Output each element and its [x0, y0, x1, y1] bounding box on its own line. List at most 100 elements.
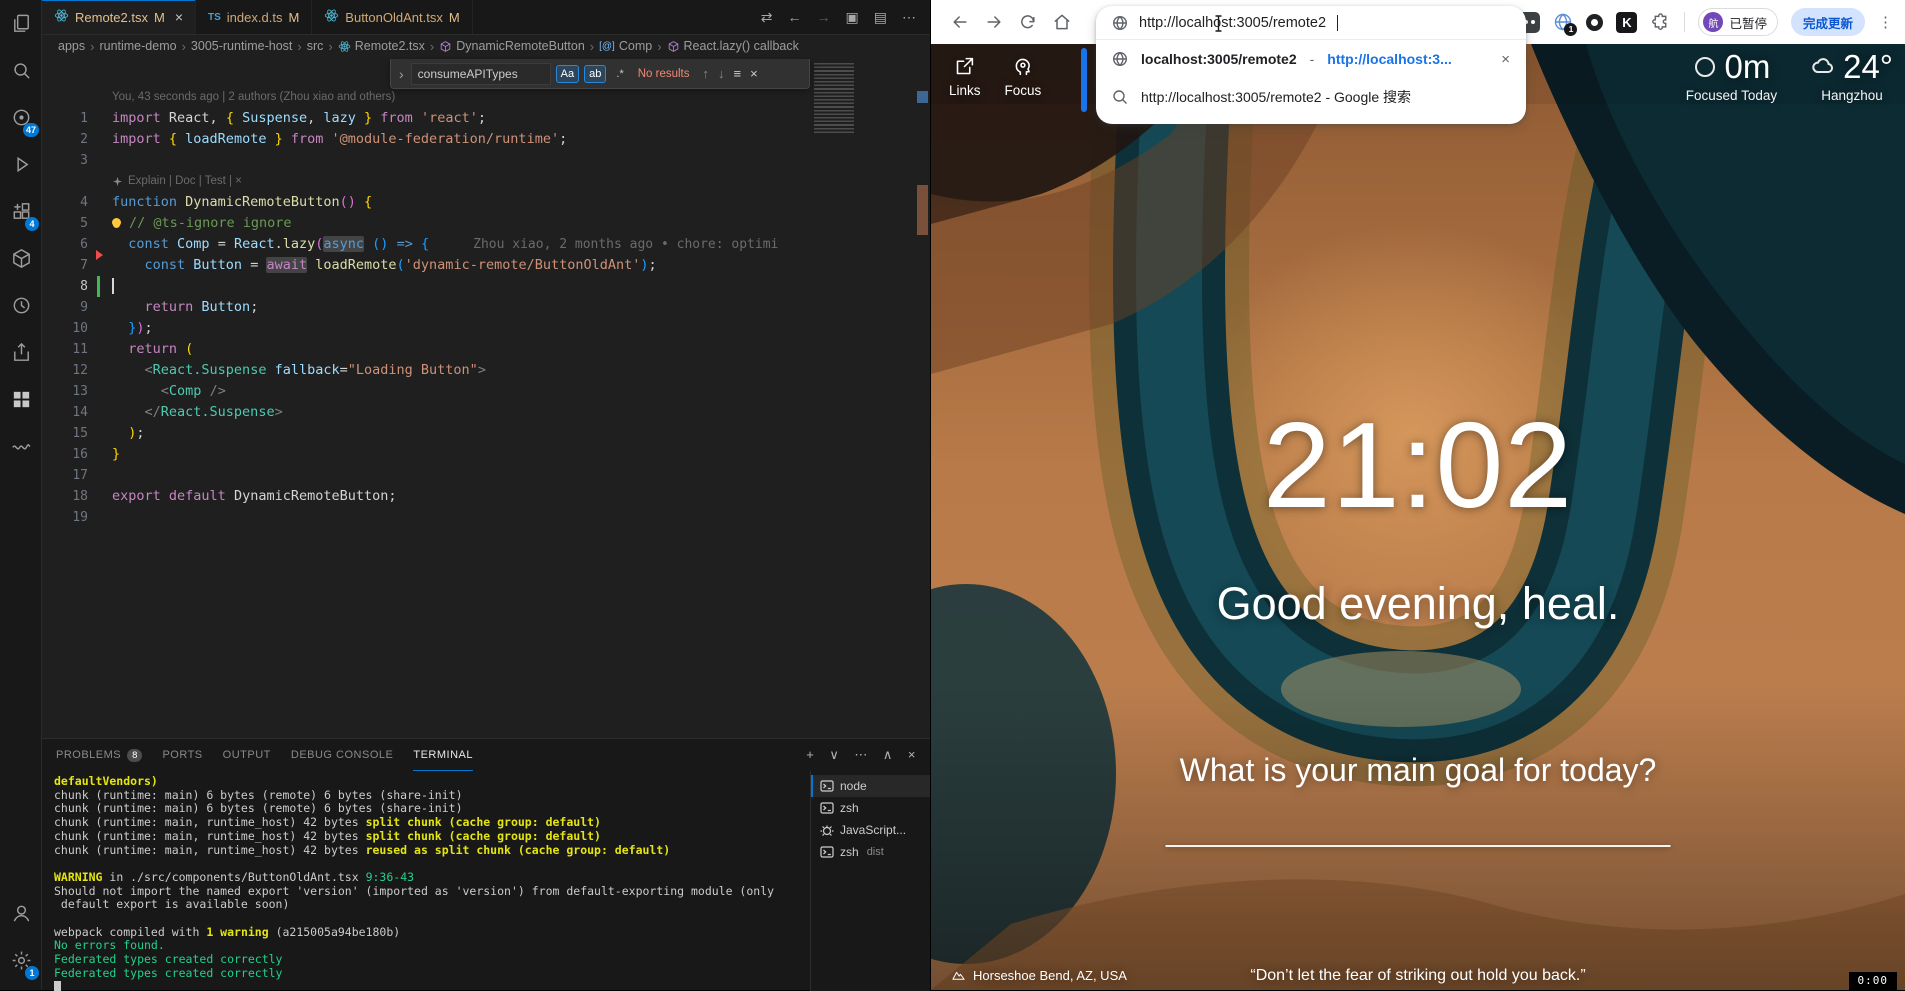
code-line[interactable]: 5// @ts-ignore ignore — [42, 213, 930, 234]
source-control-icon[interactable]: 47 — [0, 94, 42, 141]
code-line[interactable]: 15 ); — [42, 423, 930, 444]
remove-suggestion-icon[interactable]: × — [1501, 51, 1510, 68]
match-case-button[interactable]: Aa — [556, 65, 579, 83]
back-icon[interactable] — [943, 5, 977, 39]
search-icon[interactable] — [0, 47, 42, 94]
nav-forward-icon[interactable]: → — [817, 9, 831, 25]
forward-icon[interactable] — [977, 5, 1011, 39]
prev-match-icon[interactable]: ↑ — [701, 66, 712, 81]
breadcrumb-item[interactable]: src — [307, 39, 324, 53]
focus-widget-label: Focused Today — [1686, 88, 1777, 103]
breadcrumb-item[interactable]: 3005-runtime-host — [191, 39, 292, 53]
panel-tab-output[interactable]: OUTPUT — [223, 739, 271, 771]
breadcrumb-item[interactable]: apps — [58, 39, 85, 53]
code-line[interactable]: 19 — [42, 507, 930, 528]
code-lines[interactable]: You, 43 seconds ago | 2 authors (Zhou xi… — [42, 57, 930, 528]
focus-widget[interactable]: 0m Focused Today — [1686, 48, 1777, 103]
code-line[interactable]: 9 return Button; — [42, 297, 930, 318]
compare-icon[interactable]: ⇄ — [761, 9, 773, 26]
goal-input[interactable] — [1166, 845, 1671, 847]
code-line[interactable]: 12 <React.Suspense fallback="Loading But… — [42, 360, 930, 381]
close-icon[interactable]: × — [175, 9, 183, 25]
split-editor-icon[interactable]: ▣ — [846, 9, 859, 26]
terminal-process-zsh[interactable]: zsh — [811, 797, 930, 819]
code-line[interactable]: 6 const Comp = React.lazy(async () => {Z… — [42, 234, 930, 255]
photo-location[interactable]: Horseshoe Bend, AZ, USA — [951, 968, 1127, 983]
weather-widget[interactable]: 24° Hangzhou — [1811, 48, 1893, 103]
layout-icon[interactable]: ▤ — [874, 9, 887, 26]
suggestion-url[interactable]: localhost:3005/remote2 - http://localhos… — [1096, 40, 1526, 78]
breadcrumb-item[interactable]: React.lazy() callback — [667, 39, 799, 53]
terminal-dropdown-icon[interactable]: ∨ — [829, 747, 839, 763]
maximize-panel-icon[interactable]: ∧ — [883, 747, 893, 763]
close-icon[interactable]: × — [748, 66, 760, 81]
browser-menu-icon[interactable]: ⋮ — [1878, 13, 1893, 31]
history-icon[interactable] — [0, 282, 42, 329]
code-line[interactable]: 2import { loadRemote } from '@module-fed… — [42, 129, 930, 150]
new-terminal-icon[interactable]: + — [806, 747, 814, 763]
breadcrumb-item[interactable]: DynamicRemoteButton — [439, 39, 585, 53]
run-and-debug-icon[interactable] — [0, 141, 42, 188]
extensions-puzzle-icon[interactable] — [1650, 12, 1671, 33]
close-panel-icon[interactable]: × — [908, 747, 916, 763]
panel-tab-debug-console[interactable]: DEBUG CONSOLE — [291, 739, 393, 771]
reload-icon[interactable] — [1011, 5, 1045, 39]
panel-more-icon[interactable]: ⋯ — [854, 747, 868, 763]
extension-ring-icon[interactable] — [1586, 14, 1603, 31]
code-line[interactable]: 18export default DynamicRemoteButton; — [42, 486, 930, 507]
code-line[interactable]: 17 — [42, 465, 930, 486]
home-icon[interactable] — [1045, 5, 1079, 39]
explorer-icon[interactable] — [0, 0, 42, 47]
container-tools-icon[interactable] — [0, 235, 42, 282]
terminal-process-node[interactable]: node — [811, 775, 930, 797]
code-line[interactable]: 16} — [42, 444, 930, 465]
code-line[interactable]: 1import React, { Suspense, lazy } from '… — [42, 108, 930, 129]
share-icon[interactable] — [0, 329, 42, 376]
links-button[interactable]: Links — [949, 56, 981, 98]
account-icon[interactable] — [0, 890, 42, 937]
nav-back-icon[interactable]: ← — [788, 9, 802, 25]
panel-tab-ports[interactable]: PORTS — [162, 739, 202, 771]
code-editor[interactable]: › Aa ab .* No results ↑ ↓ ≡ × You, 43 se… — [42, 57, 930, 738]
suggestion-search[interactable]: http://localhost:3005/remote2 - Google 搜… — [1096, 78, 1526, 116]
code-line[interactable]: 3 — [42, 150, 930, 171]
extension-k-icon[interactable]: K — [1616, 12, 1637, 33]
breadcrumb-item[interactable]: runtime-demo — [99, 39, 176, 53]
find-input[interactable] — [411, 63, 551, 85]
extension-globe-icon[interactable]: 1 — [1553, 12, 1573, 32]
settings-gear-icon[interactable]: 1 — [0, 937, 42, 984]
terminal-output[interactable]: defaultVendors)chunk (runtime: main) 6 b… — [42, 771, 810, 991]
code-line[interactable]: 4function DynamicRemoteButton() { — [42, 192, 930, 213]
grid-icon[interactable] — [0, 376, 42, 423]
code-line[interactable]: 14 </React.Suspense> — [42, 402, 930, 423]
timer-badge[interactable]: 0:00 — [1849, 972, 1898, 990]
terminal-process-zsh[interactable]: zshdist — [811, 841, 930, 863]
code-line[interactable]: 7 const Button = await loadRemote('dynam… — [42, 255, 930, 276]
focus-button[interactable]: Focus — [1005, 56, 1042, 98]
extensions-icon[interactable]: 4 — [0, 188, 42, 235]
next-match-icon[interactable]: ↓ — [716, 66, 727, 81]
wave-icon[interactable] — [0, 423, 42, 470]
paused-profile-button[interactable]: 航 已暂停 — [1698, 8, 1778, 36]
panel-tab-terminal[interactable]: TERMINAL — [413, 739, 473, 771]
breadcrumb-item[interactable]: Remote2.tsx — [338, 39, 425, 53]
more-actions-icon[interactable]: ⋯ — [902, 9, 916, 26]
panel-tab-problems[interactable]: PROBLEMS8 — [56, 739, 142, 771]
tab-index-dts[interactable]: TS index.d.ts M — [196, 0, 312, 34]
find-in-selection-icon[interactable]: ≡ — [732, 66, 744, 81]
minimap[interactable] — [814, 63, 854, 135]
terminal-process-javascript[interactable]: JavaScript... — [811, 819, 930, 841]
overview-ruler-mark — [917, 91, 928, 103]
address-bar[interactable]: http://localhost:3005/remote2 — [1096, 6, 1526, 40]
breadcrumb-item[interactable]: [@]Comp — [599, 39, 652, 53]
finish-update-button[interactable]: 完成更新 — [1791, 8, 1865, 36]
tab-remote2[interactable]: Remote2.tsx M × — [42, 0, 196, 34]
whole-word-button[interactable]: ab — [584, 65, 606, 83]
code-line[interactable]: 11 return ( — [42, 339, 930, 360]
toggle-replace-icon[interactable]: › — [397, 66, 406, 82]
regex-button[interactable]: .* — [611, 65, 628, 83]
code-line[interactable]: 13 <Comp /> — [42, 381, 930, 402]
code-line[interactable]: 8 — [42, 276, 930, 297]
tab-buttonoldant[interactable]: ButtonOldAnt.tsx M — [312, 0, 472, 34]
code-line[interactable]: 10 }); — [42, 318, 930, 339]
